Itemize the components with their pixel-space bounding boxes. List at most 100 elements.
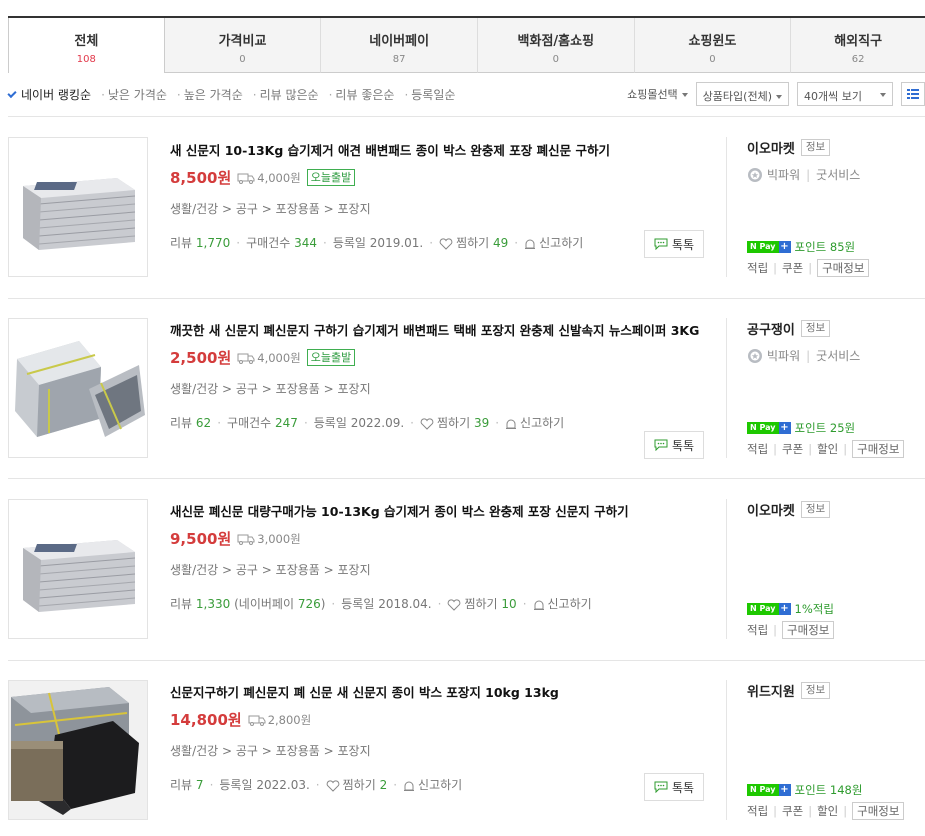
- divider: [8, 116, 925, 117]
- review-label: 리뷰: [170, 778, 193, 792]
- tab-label: 가격비교: [218, 34, 267, 49]
- seller-info-button[interactable]: 정보: [800, 501, 831, 518]
- sort-label: 등록일순: [411, 88, 456, 102]
- grade-power-label: 빅파워: [767, 168, 801, 182]
- talk-label: 톡톡: [671, 438, 695, 453]
- product-title[interactable]: 깨끗한 새 신문지 폐신문지 구하기 습기제거 배변패드 택배 포장지 완충제 …: [170, 320, 715, 341]
- tab-department-homeshopping[interactable]: 백화점/홈쇼핑 0: [477, 18, 635, 73]
- tab-label: 해외직구: [834, 34, 883, 49]
- registered-label: 등록일: [219, 778, 253, 792]
- tag-separator: |: [808, 804, 813, 818]
- tab-all[interactable]: 전체 108: [8, 18, 165, 73]
- stat-separator: ·: [522, 596, 527, 611]
- wish-button[interactable]: 찜하기 49: [439, 234, 508, 251]
- review-count[interactable]: 62: [196, 416, 211, 430]
- seller-info-button[interactable]: 정보: [800, 320, 831, 337]
- sort-most-reviews[interactable]: · 리뷰 많은순: [253, 86, 319, 103]
- tab-label: 백화점/홈쇼핑: [517, 34, 595, 49]
- product-price: 9,500원: [170, 530, 232, 548]
- purchase-info-tag[interactable]: 구매정보: [852, 440, 905, 458]
- purchase-info-tag[interactable]: 구매정보: [782, 621, 835, 639]
- tag-separator: |: [843, 804, 848, 818]
- product-price: 8,500원: [170, 169, 232, 187]
- category-path: 생활/건강 > 공구 > 포장용품 > 포장지: [170, 744, 371, 758]
- report-button[interactable]: 신고하기: [505, 414, 564, 431]
- wish-button[interactable]: 찜하기 2: [326, 776, 388, 793]
- wish-button[interactable]: 찜하기 10: [447, 595, 517, 612]
- seller-link[interactable]: 이오마켓: [747, 500, 795, 519]
- tab-overseas[interactable]: 해외직구 62: [791, 18, 925, 73]
- report-button[interactable]: 신고하기: [524, 234, 583, 251]
- benefit-tags: 적립 | 쿠폰 | 구매정보: [747, 259, 870, 277]
- sort-newest[interactable]: · 등록일순: [404, 86, 455, 103]
- product-title[interactable]: 신문지구하기 폐신문지 폐 신문 새 신문지 종이 박스 포장지 10kg 13…: [170, 682, 715, 703]
- report-icon: [525, 239, 536, 249]
- seller-link[interactable]: 공구쟁이: [747, 319, 795, 338]
- npay-reviews-count: 726: [297, 596, 321, 611]
- seller-link[interactable]: 위드지원: [747, 681, 795, 700]
- newspaper-stack-image: [23, 178, 136, 250]
- seller-info-button[interactable]: 정보: [800, 682, 831, 699]
- purchase-info-tag[interactable]: 구매정보: [852, 802, 905, 820]
- talk-label: 톡톡: [671, 237, 695, 252]
- product-title[interactable]: 새신문 폐신문 대량구매가능 10-13Kg 습기제거 종이 박스 완충제 포장…: [170, 501, 715, 522]
- product-thumbnail[interactable]: [8, 680, 148, 820]
- report-button[interactable]: 신고하기: [403, 776, 462, 793]
- review-count[interactable]: 1,770: [196, 236, 230, 250]
- seller-panel: 공구쟁이 정보 빅파워 | 굿서비스 N Pay + 포인트 25원 적립 | 쿠폰 | 할인…: [726, 318, 925, 458]
- tab-shopping-window[interactable]: 쇼핑윈도 0: [634, 18, 792, 73]
- tag-separator: |: [773, 623, 778, 637]
- product-thumbnail[interactable]: [8, 318, 148, 458]
- seller-link[interactable]: 이오마켓: [747, 138, 795, 157]
- sort-high-price[interactable]: · 높은 가격순: [177, 86, 243, 103]
- discount-tag[interactable]: 할인: [817, 803, 838, 819]
- product-stats: 리뷰 1,330 (네이버페이 726) · 등록일 2018.04. · 찜하…: [170, 595, 592, 612]
- accrual-tag[interactable]: 적립: [747, 441, 768, 457]
- accrual-tag[interactable]: 적립: [747, 260, 768, 276]
- product-thumbnail[interactable]: [8, 499, 148, 639]
- product-title[interactable]: 새 신문지 10-13Kg 습기제거 애견 배변패드 종이 박스 완충제 포장 …: [170, 140, 715, 161]
- review-count[interactable]: 1,330: [196, 597, 230, 611]
- shipping-fee: 3,000원: [237, 531, 301, 547]
- sort-label: 리뷰 많은순: [259, 88, 319, 102]
- coupon-tag[interactable]: 쿠폰: [782, 260, 803, 276]
- sort-low-price[interactable]: · 낮은 가격순: [101, 86, 167, 103]
- talk-button[interactable]: 톡톡: [644, 431, 704, 459]
- shipping-value: 4,000원: [257, 350, 301, 365]
- npay-value: 포인트 85원: [794, 240, 856, 254]
- benefit-tags: 적립 | 쿠폰 | 할인 | 구매정보: [747, 440, 905, 458]
- product-price: 2,500원: [170, 349, 232, 367]
- discount-tag[interactable]: 할인: [817, 441, 838, 457]
- seller-name: 이오마켓 정보: [747, 500, 925, 519]
- mall-select[interactable]: 쇼핑몰선택: [627, 86, 688, 102]
- wish-button[interactable]: 찜하기 39: [420, 414, 489, 431]
- tab-price-compare[interactable]: 가격비교 0: [164, 18, 322, 73]
- product-thumbnail[interactable]: [8, 137, 148, 277]
- per-page-select[interactable]: 40개씩 보기: [797, 82, 893, 106]
- stat-separator: ·: [217, 415, 222, 430]
- accrual-tag[interactable]: 적립: [747, 622, 768, 638]
- tab-count: 87: [392, 54, 406, 65]
- npay-value: 포인트 148원: [794, 783, 863, 797]
- talk-button[interactable]: 톡톡: [644, 230, 704, 258]
- tab-naver-pay[interactable]: 네이버페이 87: [321, 18, 478, 73]
- sort-best-reviews[interactable]: · 리뷰 좋은순: [329, 86, 395, 103]
- purchase-info-tag[interactable]: 구매정보: [817, 259, 870, 277]
- sort-ranking[interactable]: 네이버 랭킹순: [7, 86, 91, 103]
- review-count[interactable]: 7: [196, 778, 204, 792]
- coupon-tag[interactable]: 쿠폰: [782, 441, 803, 457]
- report-button[interactable]: 신고하기: [533, 595, 592, 612]
- tag-separator: |: [808, 442, 813, 456]
- talk-button[interactable]: 톡톡: [644, 773, 704, 801]
- purchase-count: 344: [294, 235, 318, 250]
- newspaper-stack-image: [23, 540, 136, 612]
- seller-info-button[interactable]: 정보: [800, 139, 831, 156]
- coupon-tag[interactable]: 쿠폰: [782, 803, 803, 819]
- review-label: 리뷰: [170, 416, 193, 430]
- product-type-select[interactable]: 상품타입(전체): [695, 82, 789, 106]
- wish-count: 2: [379, 778, 388, 792]
- shipping-fee: 4,000원: [237, 170, 301, 186]
- accrual-tag[interactable]: 적립: [747, 803, 768, 819]
- list-view-button[interactable]: [901, 82, 925, 106]
- truck-icon: [248, 715, 266, 726]
